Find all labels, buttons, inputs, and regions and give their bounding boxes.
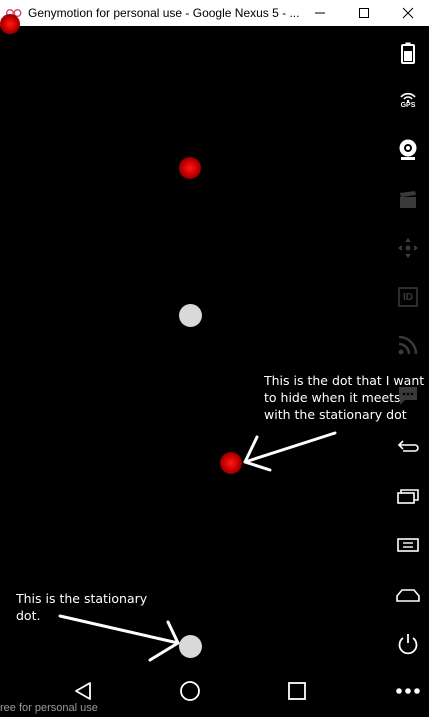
webcam-icon [399,139,417,160]
menu-icon [397,538,419,552]
annotation-line: This is the stationary [16,591,148,606]
id-label: ID [403,291,413,303]
arrow-head-moving-dot [243,435,272,472]
sms-icon [399,387,417,405]
nav-recents-icon [288,682,306,700]
battery-button[interactable] [393,38,423,68]
menu-button[interactable] [393,530,423,560]
id-button[interactable]: ID [393,282,423,312]
back-button[interactable] [393,432,423,462]
gps-label: GPS [400,102,416,109]
power-icon [398,634,418,655]
power-button[interactable] [393,629,423,659]
home-icon [396,589,420,602]
webcam-button[interactable] [393,135,423,165]
dpad-icon [398,238,418,258]
nav-recents-button[interactable] [282,676,312,706]
more-button[interactable] [393,676,423,706]
sms-button[interactable] [393,381,423,411]
watermark-text: ree for personal use [0,702,98,714]
capture-button[interactable] [393,185,423,215]
rss-icon [398,335,418,355]
stationary-dot-annotation: This is the stationary dot. [16,590,147,624]
battery-icon [401,42,415,64]
annotation-line: dot. [16,608,41,623]
nav-back-icon [75,682,91,700]
nav-home-button[interactable] [175,676,205,706]
recent-apps-button[interactable] [393,481,423,511]
more-icon [396,688,420,694]
arrow-to-moving-dot [243,431,337,464]
recent-apps-icon [397,489,419,504]
nav-home-icon [180,681,200,701]
gps-icon [400,92,416,102]
back-icon [397,440,419,452]
rss-button[interactable] [393,330,423,360]
capture-icon [400,191,416,208]
gps-button[interactable]: GPS [393,86,423,116]
dpad-button[interactable] [393,233,423,263]
home-button[interactable] [393,580,423,610]
